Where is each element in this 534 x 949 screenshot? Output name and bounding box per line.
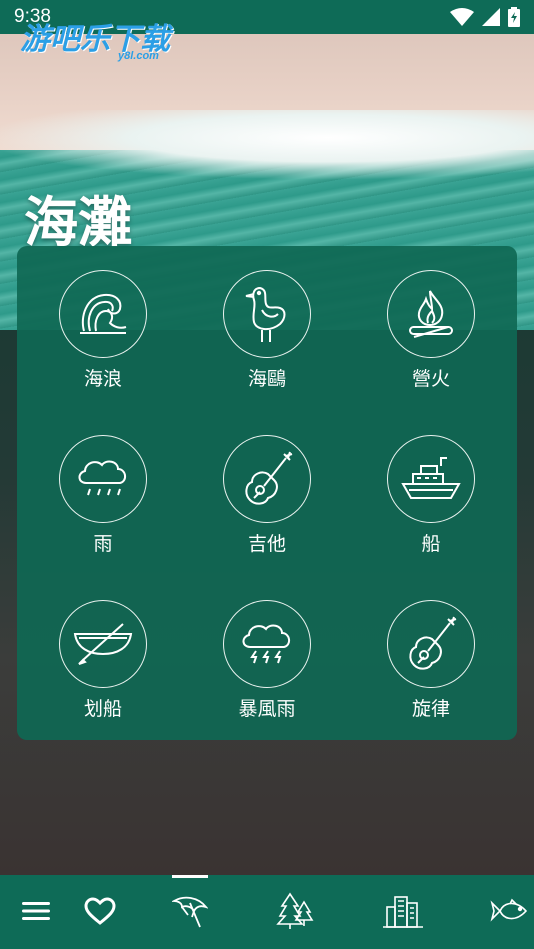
nav-menu[interactable] (14, 889, 58, 933)
wave-foam (0, 110, 534, 180)
sound-label: 船 (421, 533, 441, 555)
sound-item-waves[interactable]: 海浪 (21, 270, 185, 391)
signal-icon (482, 8, 500, 26)
sound-item-seagull[interactable]: 海鷗 (185, 270, 349, 391)
sound-icon-circle[interactable] (223, 270, 311, 358)
wifi-icon (450, 8, 474, 26)
storm-cloud-icon (242, 624, 290, 664)
rain-cloud-icon (78, 460, 126, 496)
sound-icon-circle[interactable] (387, 600, 475, 688)
beach-umbrella-icon (172, 896, 208, 928)
sound-icon-circle[interactable] (223, 435, 311, 523)
sound-label: 旋律 (411, 698, 450, 720)
sound-icon-circle[interactable] (59, 270, 147, 358)
active-tab-indicator (172, 875, 208, 878)
watermark-domain: y8l.com (118, 50, 159, 62)
sound-item-storm[interactable]: 暴風雨 (185, 600, 349, 721)
nav-sea[interactable] (488, 889, 532, 933)
forest-icon (276, 892, 314, 929)
sound-item-rowing[interactable]: 划船 (21, 600, 185, 721)
sound-item-campfire[interactable]: 營火 (349, 270, 513, 391)
sound-icon-circle[interactable] (223, 600, 311, 688)
sound-icon-circle[interactable] (387, 435, 475, 523)
battery-icon (508, 7, 520, 27)
guitar-icon (409, 616, 457, 670)
sound-item-ship[interactable]: 船 (349, 435, 513, 556)
sound-label: 營火 (411, 368, 450, 390)
nav-beach[interactable] (168, 889, 212, 933)
sound-label: 海鷗 (247, 368, 286, 390)
sound-icon-circle[interactable] (387, 270, 475, 358)
campfire-icon (409, 290, 453, 338)
sound-label: 划船 (83, 698, 122, 720)
ship-icon (401, 457, 461, 499)
sound-label: 吉他 (247, 533, 286, 555)
city-icon (383, 896, 423, 928)
sound-label: 雨 (93, 533, 113, 555)
sound-item-guitar[interactable]: 吉他 (185, 435, 349, 556)
sounds-card: 海浪 海鷗 營火 雨 吉他 船 划船 暴風雨 旋律 (17, 246, 517, 740)
nav-forest[interactable] (274, 889, 318, 933)
sound-label: 暴風雨 (238, 698, 296, 720)
menu-icon (22, 902, 50, 920)
sound-label: 海浪 (83, 368, 122, 390)
sound-icon-circle[interactable] (59, 600, 147, 688)
nav-favorites[interactable] (78, 889, 122, 933)
fish-icon (490, 898, 528, 922)
sounds-grid: 海浪 海鷗 營火 雨 吉他 船 划船 暴風雨 旋律 (17, 270, 517, 721)
status-icons (450, 7, 520, 27)
wave-icon (80, 293, 127, 334)
seagull-icon (245, 286, 286, 342)
bottom-nav (0, 875, 534, 949)
nav-city[interactable] (381, 889, 425, 933)
rowboat-icon (73, 623, 133, 665)
guitar-icon (245, 451, 293, 505)
heart-icon (84, 897, 116, 925)
sound-item-rain[interactable]: 雨 (21, 435, 185, 556)
sound-item-melody[interactable]: 旋律 (349, 600, 513, 721)
sound-icon-circle[interactable] (59, 435, 147, 523)
